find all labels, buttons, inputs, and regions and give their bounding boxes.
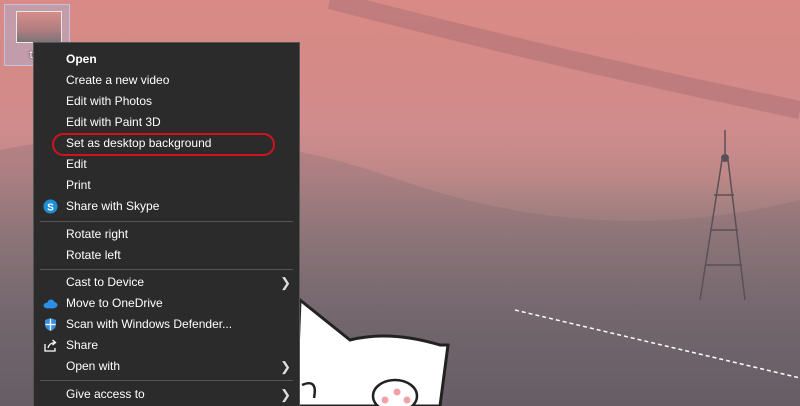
skype-icon: S [43,199,58,214]
menu-separator [40,380,293,381]
menu-item-label: Set as desktop background [66,136,212,150]
menu-item-label: Move to OneDrive [66,296,163,310]
menu-item-label: Give access to [66,387,145,401]
share-icon [43,338,58,353]
menu-item-label: Scan with Windows Defender... [66,317,233,331]
menu-item-rotate-left[interactable]: Rotate left [34,245,299,266]
menu-item-label: Rotate left [66,248,121,262]
menu-item-label: Edit with Photos [66,94,153,108]
menu-item-give-access-to[interactable]: Give access to ❯ [34,384,299,405]
menu-item-open[interactable]: Open [34,49,299,70]
menu-item-cast-to-device[interactable]: Cast to Device ❯ [34,272,299,293]
submenu-arrow-icon: ❯ [280,387,291,402]
menu-item-create-video[interactable]: Create a new video [34,70,299,91]
image-thumbnail [16,11,62,43]
menu-item-label: Create a new video [66,73,170,87]
menu-item-label: Edit with Paint 3D [66,115,161,129]
menu-item-print[interactable]: Print [34,175,299,196]
menu-item-label: Edit [66,157,87,171]
menu-item-share-with-skype[interactable]: S Share with Skype [34,196,299,217]
menu-item-label: Share with Skype [66,199,160,213]
menu-item-rotate-right[interactable]: Rotate right [34,224,299,245]
menu-item-edit-with-photos[interactable]: Edit with Photos [34,91,299,112]
submenu-arrow-icon: ❯ [280,275,291,290]
menu-item-label: Cast to Device [66,275,145,289]
menu-item-label: Rotate right [66,227,129,241]
menu-item-move-to-onedrive[interactable]: Move to OneDrive [34,293,299,314]
menu-item-label: Share [66,338,99,352]
defender-shield-icon [43,317,58,332]
menu-item-edit-with-paint3d[interactable]: Edit with Paint 3D [34,112,299,133]
menu-separator [40,221,293,222]
menu-item-label: Open [66,52,97,66]
svg-text:S: S [47,203,54,214]
menu-item-label: Print [66,178,91,192]
submenu-arrow-icon: ❯ [280,359,291,374]
desktop-wallpaper: tes Open Create a new video Edit with Ph… [0,0,800,406]
menu-item-share[interactable]: Share [34,335,299,356]
menu-separator [40,269,293,270]
menu-item-open-with[interactable]: Open with ❯ [34,356,299,377]
onedrive-icon [43,296,58,311]
menu-item-label: Open with [66,359,121,373]
context-menu: Open Create a new video Edit with Photos… [33,42,300,406]
menu-item-edit[interactable]: Edit [34,154,299,175]
menu-item-scan-with-defender[interactable]: Scan with Windows Defender... [34,314,299,335]
menu-item-set-desktop-background[interactable]: Set as desktop background [34,133,299,154]
